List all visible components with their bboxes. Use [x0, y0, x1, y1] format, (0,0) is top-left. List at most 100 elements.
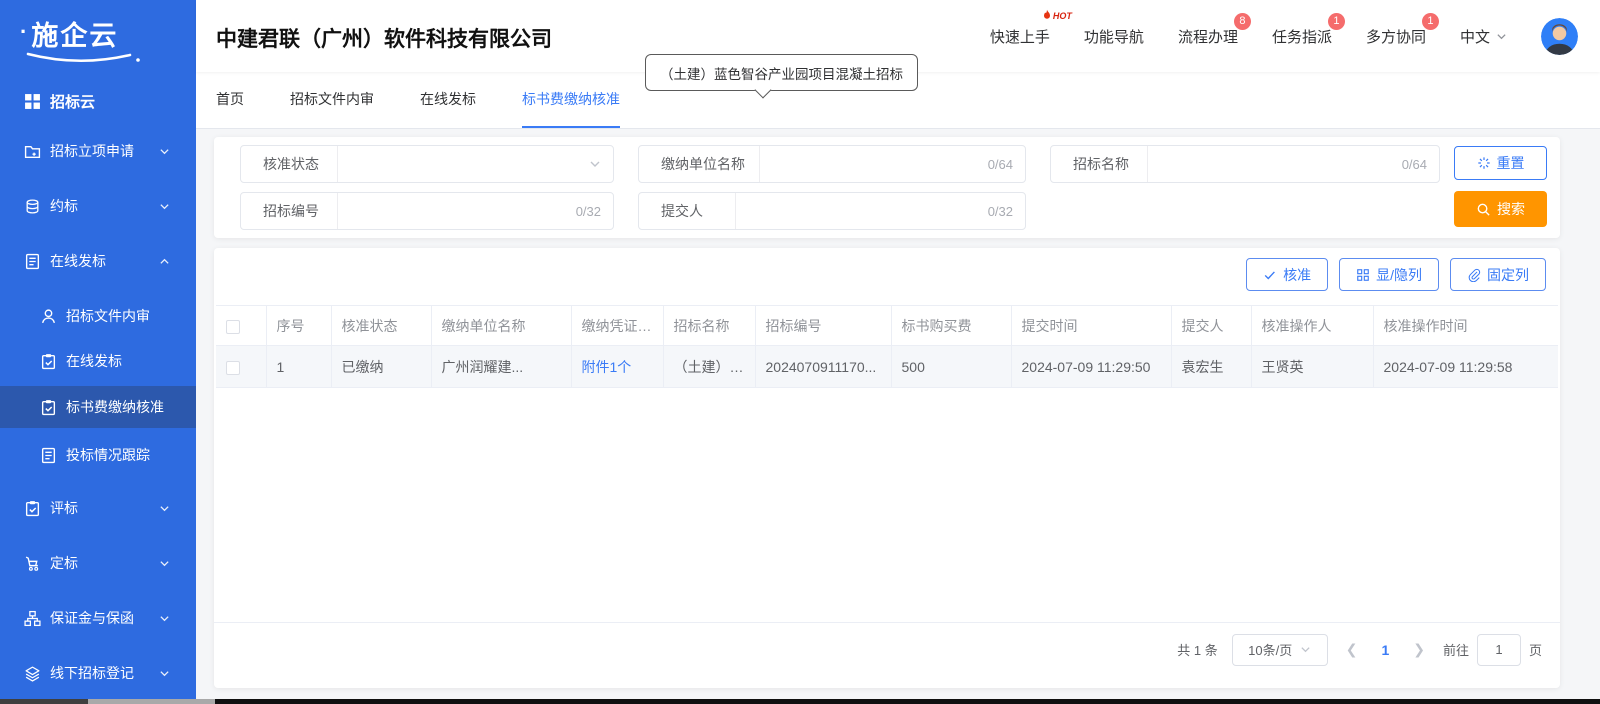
approve-status-select[interactable]: 核准状态: [240, 145, 614, 183]
tab-bid-doc-review[interactable]: 招标文件内审: [290, 72, 374, 128]
hot-flame-icon: HOT: [1041, 9, 1072, 21]
attachment-link[interactable]: 附件1个: [582, 359, 632, 375]
field-label: 核准状态: [241, 154, 337, 174]
chevron-down-icon: [159, 668, 170, 679]
nav-feature-guide[interactable]: 功能导航: [1084, 26, 1144, 47]
sitemap-icon: [24, 610, 41, 627]
goto-page-input[interactable]: [1477, 634, 1521, 666]
nav-process-handling[interactable]: 流程办理 8: [1178, 26, 1238, 47]
tooltip: （土建）蓝色智谷产业园项目混凝土招标: [645, 54, 918, 91]
prev-page-button[interactable]: ❮: [1342, 641, 1362, 658]
chevron-down-icon: [159, 503, 170, 514]
submitter-input[interactable]: 提交人 0/32: [638, 192, 1026, 230]
char-counter: 0/64: [988, 157, 1025, 172]
sidebar-item-label: 定标: [50, 553, 78, 573]
sidebar-item-label: 线下招标登记: [50, 663, 134, 683]
fixed-columns-button[interactable]: 固定列: [1450, 258, 1546, 291]
sidebar-item-label: 约标: [50, 196, 78, 216]
coins-icon: [24, 198, 41, 215]
page-unit-label: 页: [1529, 640, 1542, 659]
sidebar-item-online-bid-group[interactable]: 在线发标: [0, 241, 196, 281]
sidebar-item-label: 招标文件内审: [66, 306, 150, 326]
notification-badge: 1: [1422, 13, 1439, 30]
reset-button[interactable]: 重置: [1454, 146, 1547, 180]
strip-segment: [0, 699, 88, 704]
sidebar-item-offline-bid-register[interactable]: 线下招标登记: [0, 653, 196, 693]
notification-badge: 1: [1328, 13, 1345, 30]
total-count: 共 1 条: [1177, 640, 1217, 659]
grid-icon: [24, 93, 41, 110]
sidebar-item-deposit-guarantee[interactable]: 保证金与保函: [0, 598, 196, 638]
avatar[interactable]: [1541, 18, 1578, 55]
data-table: 序号 核准状态 缴纳单位名称 缴纳凭证或回执 招标名称 招标编号 标书购买费 提…: [216, 305, 1558, 388]
tab-online-bid-release[interactable]: 在线发标: [420, 72, 476, 128]
sidebar-item-bid-fee-approval[interactable]: 标书费缴纳核准: [0, 386, 196, 428]
sidebar-item-label: 投标情况跟踪: [66, 445, 150, 465]
reset-burst-icon: [1477, 156, 1491, 170]
tab-home[interactable]: 首页: [216, 72, 244, 128]
search-button[interactable]: 搜索: [1454, 191, 1547, 227]
user-icon: [40, 308, 57, 325]
show-hide-columns-button[interactable]: 显/隐列: [1339, 258, 1439, 291]
col-header: 招标名称: [663, 306, 755, 346]
sidebar-item-bid-status-tracking[interactable]: 投标情况跟踪: [0, 435, 196, 475]
sidebar-item-bid-cloud[interactable]: 招标云: [0, 81, 196, 121]
col-header: 缴纳凭证或回执: [571, 306, 663, 346]
col-header: 序号: [266, 306, 331, 346]
sidebar-item-label: 标书费缴纳核准: [66, 397, 164, 417]
app-logo[interactable]: ·施企云: [20, 14, 170, 66]
nav-quick-start[interactable]: 快速上手 HOT: [990, 26, 1050, 47]
language-selector[interactable]: 中文: [1460, 26, 1507, 47]
sidebar-item-online-bid-release[interactable]: 在线发标: [0, 341, 196, 381]
nav-task-assignment[interactable]: 任务指派 1: [1272, 26, 1332, 47]
char-counter: 0/64: [1402, 157, 1439, 172]
cell-approve-status: 已缴纳: [331, 346, 431, 388]
sidebar-item-bid-project-apply[interactable]: 招标立项申请: [0, 131, 196, 171]
sidebar-item-label: 在线发标: [66, 351, 122, 371]
col-header: 核准状态: [331, 306, 431, 346]
sidebar-item-bid-evaluation[interactable]: 评标: [0, 488, 196, 528]
approve-button[interactable]: 核准: [1246, 258, 1328, 291]
page-size-select[interactable]: 10条/页: [1232, 634, 1328, 666]
chevron-down-icon: [589, 158, 601, 170]
paperclip-icon: [1467, 268, 1481, 282]
table-row[interactable]: 1 已缴纳 广州润耀建... 附件1个 （土建）蓝... 20240709111…: [216, 346, 1558, 388]
clipboard-check-icon: [24, 500, 41, 517]
chevron-down-icon: [159, 146, 170, 157]
pagination: 共 1 条 10条/页 ❮ 1 ❯ 前往 页: [214, 622, 1560, 688]
tab-bid-fee-approval[interactable]: 标书费缴纳核准: [522, 72, 620, 128]
chevron-down-icon: [159, 613, 170, 624]
top-nav: 快速上手 HOT 功能导航 流程办理 8 任务指派 1 多方协同 1 中文: [990, 0, 1578, 72]
field-label: 招标编号: [241, 201, 337, 221]
cell-pay-unit: 广州润耀建...: [431, 346, 571, 388]
table-toolbar: 核准 显/隐列 固定列: [1246, 258, 1546, 291]
chevron-down-icon: [159, 558, 170, 569]
layers-icon: [24, 665, 41, 682]
logo-swoosh-icon: [24, 51, 142, 65]
next-page-button[interactable]: ❯: [1409, 641, 1429, 658]
sidebar-item-label: 评标: [50, 498, 78, 518]
nav-multi-party-collab[interactable]: 多方协同 1: [1366, 26, 1426, 47]
sidebar-item-bid-award[interactable]: 定标: [0, 543, 196, 583]
goto-label: 前往: [1443, 640, 1469, 659]
bid-no-input[interactable]: 招标编号 0/32: [240, 192, 614, 230]
col-header: 标书购买费: [891, 306, 1011, 346]
table-panel: 核准 显/隐列 固定列 序号 核准状态 缴纳: [214, 248, 1560, 688]
row-checkbox[interactable]: [226, 361, 240, 375]
sidebar-item-appoint-bid[interactable]: 约标: [0, 186, 196, 226]
bid-name-input[interactable]: 招标名称 0/64: [1050, 145, 1440, 183]
trolley-icon: [24, 555, 41, 572]
sidebar: ·施企云 招标云 招标立项申请 约标 在线发标 招标文件内审 在线发标 标书费缴…: [0, 0, 196, 699]
page-number[interactable]: 1: [1375, 642, 1395, 658]
pay-unit-input[interactable]: 缴纳单位名称 0/64: [638, 145, 1026, 183]
document-lines-icon: [40, 447, 57, 464]
col-header: 招标编号: [755, 306, 891, 346]
field-label: 提交人: [639, 201, 735, 221]
user-avatar-icon: [1541, 18, 1578, 55]
sidebar-item-bid-doc-review[interactable]: 招标文件内审: [0, 296, 196, 336]
col-header: 核准操作人: [1251, 306, 1373, 346]
cell-bid-no: 2024070911170...: [755, 346, 891, 388]
select-all-checkbox[interactable]: [226, 320, 240, 334]
field-label: 缴纳单位名称: [639, 154, 759, 174]
check-icon: [1263, 268, 1277, 282]
